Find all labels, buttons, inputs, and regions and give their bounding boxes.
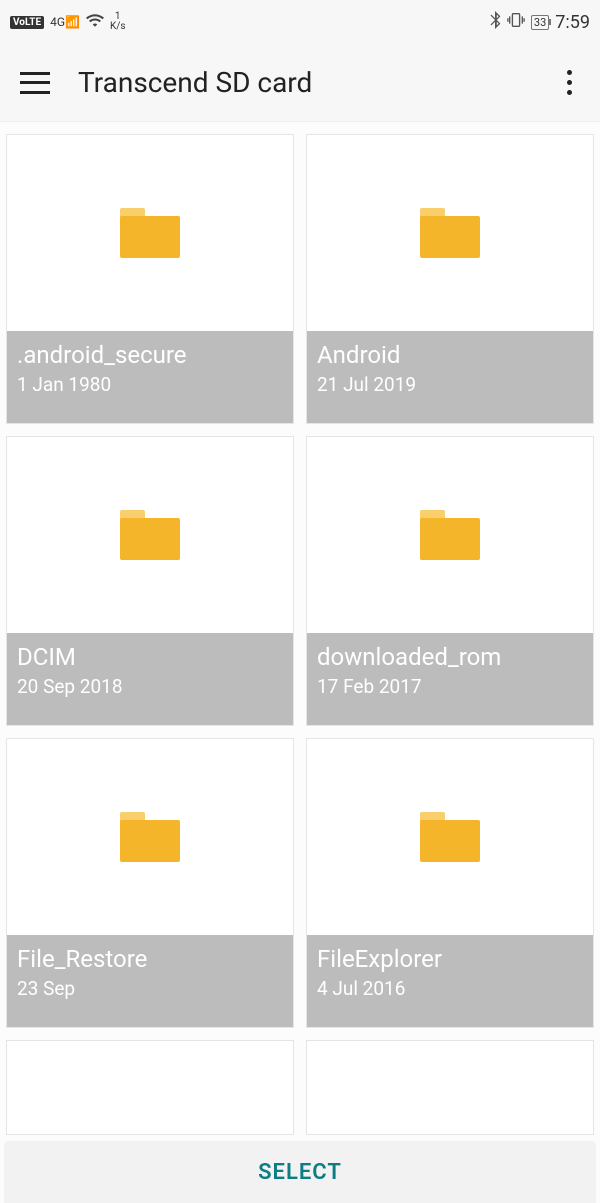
folder-item[interactable]: .android_secure 1 Jan 1980 (6, 134, 294, 424)
folder-item[interactable]: File_Restore 23 Sep (6, 738, 294, 1028)
page-title: Transcend SD card (78, 66, 559, 99)
more-options-icon[interactable] (559, 62, 580, 103)
folder-name: DCIM (17, 643, 283, 671)
folder-date: 21 Jul 2019 (317, 373, 583, 396)
menu-icon[interactable] (20, 72, 50, 94)
folder-item[interactable]: DCIM 20 Sep 2018 (6, 436, 294, 726)
folder-date: 17 Feb 2017 (317, 675, 583, 698)
folder-item[interactable] (6, 1040, 294, 1135)
folder-icon (120, 510, 180, 560)
vibrate-icon (507, 11, 525, 33)
folder-icon (120, 208, 180, 258)
app-bar: Transcend SD card (0, 44, 600, 122)
folder-item[interactable]: FileExplorer 4 Jul 2016 (306, 738, 594, 1028)
folder-name: .android_secure (17, 341, 283, 369)
folder-date: 1 Jan 1980 (17, 373, 283, 396)
folder-grid: .android_secure 1 Jan 1980 Android 21 Ju… (0, 122, 600, 1141)
folder-date: 23 Sep (17, 977, 283, 1000)
bluetooth-icon (489, 11, 501, 33)
battery-icon: 33 (531, 15, 549, 30)
folder-icon (420, 510, 480, 560)
folder-icon (120, 812, 180, 862)
folder-name: Android (317, 341, 583, 369)
folder-name: File_Restore (17, 945, 283, 973)
folder-item[interactable]: downloaded_rom 17 Feb 2017 (306, 436, 594, 726)
folder-date: 20 Sep 2018 (17, 675, 283, 698)
folder-icon (420, 812, 480, 862)
network-speed: 1K/s (110, 12, 126, 32)
wifi-icon (86, 13, 104, 31)
clock: 7:59 (555, 12, 590, 33)
volte-badge: VoLTE (10, 16, 44, 29)
folder-name: downloaded_rom (317, 643, 583, 671)
network-indicator: 4G📶 (50, 15, 80, 29)
folder-item[interactable] (306, 1040, 594, 1135)
status-bar: VoLTE 4G📶 1K/s 33 7:59 (0, 0, 600, 44)
folder-name: FileExplorer (317, 945, 583, 973)
folder-date: 4 Jul 2016 (317, 977, 583, 1000)
folder-icon (420, 208, 480, 258)
select-button[interactable]: SELECT (4, 1141, 596, 1203)
folder-item[interactable]: Android 21 Jul 2019 (306, 134, 594, 424)
